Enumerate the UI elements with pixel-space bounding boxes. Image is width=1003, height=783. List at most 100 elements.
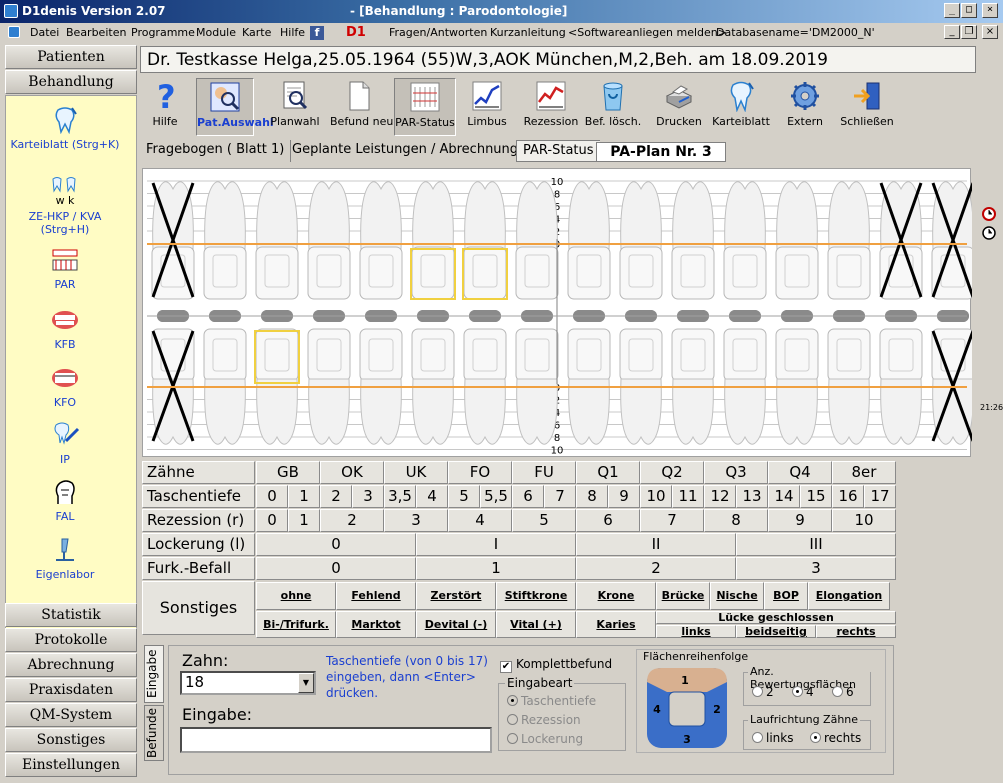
schliessen-button[interactable]: Schließen <box>838 78 896 136</box>
sonstiges-button-8[interactable]: Elongation <box>808 582 890 610</box>
rezession-cell-6[interactable]: 6 <box>576 509 640 532</box>
sonstiges-button-6[interactable]: Nische <box>710 582 764 610</box>
taschentiefe-cell-10[interactable]: 8 <box>576 485 608 508</box>
komplettbefund-checkbox[interactable]: ✔ Komplettbefund <box>500 657 612 673</box>
sonstiges-button-1[interactable]: Fehlend <box>336 582 416 610</box>
nav-kfb[interactable]: KFB <box>6 306 124 351</box>
nav-ip[interactable]: IP <box>6 421 124 466</box>
planwahl-button[interactable]: Planwahl <box>266 78 324 136</box>
nav-fal[interactable]: FAL <box>6 478 124 523</box>
drucken-button[interactable]: Drucken <box>650 78 708 136</box>
menu-bearbeiten[interactable]: Bearbeiten <box>66 26 126 39</box>
hilfe-button[interactable]: ? Hilfe <box>136 78 194 136</box>
nav-qm-system[interactable]: QM-System <box>5 703 137 727</box>
upper-tooth-9[interactable] <box>619 181 663 300</box>
sonstiges-button2-3[interactable]: Vital (+) <box>496 611 576 638</box>
upper-tooth-3[interactable] <box>307 181 351 300</box>
nav-sonstiges[interactable]: Sonstiges <box>5 728 137 752</box>
zahn-select[interactable]: 18 ▼ <box>180 671 316 695</box>
nav-behandlung[interactable]: Behandlung <box>5 70 137 94</box>
zaehne-cell-7[interactable]: Q3 <box>704 461 768 484</box>
menu-kurzanleitung[interactable]: Kurzanleitung <box>490 26 566 39</box>
furk-cell-3[interactable]: 3 <box>736 557 896 580</box>
rezession-cell-2[interactable]: 2 <box>320 509 384 532</box>
rezession-cell-9[interactable]: 9 <box>768 509 832 532</box>
flaechen-diagram[interactable]: 1 2 3 4 <box>645 666 729 750</box>
taschentiefe-cell-4[interactable]: 3,5 <box>384 485 416 508</box>
nav-protokolle[interactable]: Protokolle <box>5 628 137 652</box>
zaehne-cell-3[interactable]: FO <box>448 461 512 484</box>
nav-eigenlabor[interactable]: Eigenlabor <box>6 536 124 581</box>
upper-tooth-13[interactable] <box>827 181 871 300</box>
taschentiefe-cell-12[interactable]: 10 <box>640 485 672 508</box>
rezession-cell-8[interactable]: 8 <box>704 509 768 532</box>
sonstiges-button-5[interactable]: Brücke <box>656 582 710 610</box>
upper-tooth-1[interactable] <box>203 181 247 300</box>
upper-tooth-4[interactable] <box>359 181 403 300</box>
clock-icon[interactable] <box>981 225 997 241</box>
rezession-button[interactable]: Rezession <box>522 78 580 136</box>
upper-tooth-7[interactable] <box>515 181 559 300</box>
nav-karteiblatt[interactable]: Karteiblatt (Strg+K) <box>6 106 124 151</box>
upper-tooth-11[interactable] <box>723 181 767 300</box>
radio-lockerung[interactable]: Lockerung <box>507 732 583 746</box>
mdi-minimize-icon[interactable]: _ <box>944 25 960 39</box>
taschentiefe-cell-2[interactable]: 2 <box>320 485 352 508</box>
rezession-cell-7[interactable]: 7 <box>640 509 704 532</box>
upper-tooth-6[interactable] <box>463 181 507 300</box>
luecke-rechts-button[interactable]: rechts <box>816 625 896 638</box>
radio-links[interactable]: links <box>752 731 793 745</box>
sonstiges-button-4[interactable]: Krone <box>576 582 656 610</box>
taschentiefe-cell-15[interactable]: 13 <box>736 485 768 508</box>
luecke-links-button[interactable]: links <box>656 625 736 638</box>
taschentiefe-cell-0[interactable]: 0 <box>256 485 288 508</box>
nav-ze-hkp[interactable]: w k ZE-HKP / KVA (Strg+H) <box>6 176 124 236</box>
taschentiefe-cell-5[interactable]: 4 <box>416 485 448 508</box>
rezession-cell-0[interactable]: 0 <box>256 509 288 532</box>
sonstiges-button2-2[interactable]: Devital (-) <box>416 611 496 638</box>
sonstiges-button2-0[interactable]: Bi-/Trifurk. <box>256 611 336 638</box>
zaehne-cell-6[interactable]: Q2 <box>640 461 704 484</box>
rezession-cell-3[interactable]: 3 <box>384 509 448 532</box>
nav-praxisdaten[interactable]: Praxisdaten <box>5 678 137 702</box>
upper-tooth-8[interactable] <box>567 181 611 300</box>
nav-abrechnung[interactable]: Abrechnung <box>5 653 137 677</box>
vtab-befunde[interactable]: Befunde <box>144 705 164 761</box>
sonstiges-button-0[interactable]: ohne Befund <box>256 582 336 628</box>
furk-cell-2[interactable]: 2 <box>576 557 736 580</box>
par-status-button[interactable]: PAR-Status <box>394 78 456 136</box>
taschentiefe-cell-11[interactable]: 9 <box>608 485 640 508</box>
lockerung-cell-2[interactable]: II <box>576 533 736 556</box>
menu-hilfe[interactable]: Hilfe <box>280 26 305 39</box>
lockerung-cell-1[interactable]: I <box>416 533 576 556</box>
sonstiges-button-7[interactable]: BOP <box>764 582 808 610</box>
limbus-button[interactable]: Limbus <box>458 78 516 136</box>
nav-einstellungen[interactable]: Einstellungen <box>5 753 137 777</box>
taschentiefe-cell-7[interactable]: 5,5 <box>480 485 512 508</box>
zaehne-cell-8[interactable]: Q4 <box>768 461 832 484</box>
befund-neu-button[interactable]: Befund neu <box>330 78 393 136</box>
taschentiefe-cell-18[interactable]: 16 <box>832 485 864 508</box>
taschentiefe-cell-8[interactable]: 6 <box>512 485 544 508</box>
taschentiefe-cell-9[interactable]: 7 <box>544 485 576 508</box>
tab-geplante-leistungen[interactable]: Geplante Leistungen / Abrechnung <box>286 140 526 162</box>
close-icon[interactable]: × <box>982 3 998 18</box>
maximize-icon[interactable]: □ <box>961 3 977 18</box>
eingabe-input[interactable] <box>180 727 492 753</box>
furk-cell-1[interactable]: 1 <box>416 557 576 580</box>
bef-loesch-button[interactable]: Bef. lösch. <box>584 78 642 136</box>
zaehne-cell-5[interactable]: Q1 <box>576 461 640 484</box>
zaehne-cell-0[interactable]: GB <box>256 461 320 484</box>
zaehne-cell-9[interactable]: 8er <box>832 461 896 484</box>
minimize-icon[interactable]: _ <box>944 3 960 18</box>
alarm-clock-icon[interactable] <box>981 205 997 221</box>
upper-tooth-2[interactable] <box>255 181 299 300</box>
furk-cell-0[interactable]: 0 <box>256 557 416 580</box>
menu-programme[interactable]: Programme <box>131 26 195 39</box>
taschentiefe-cell-3[interactable]: 3 <box>352 485 384 508</box>
tab-fragebogen[interactable]: Fragebogen ( Blatt 1) <box>140 140 292 162</box>
lockerung-cell-3[interactable]: III <box>736 533 896 556</box>
radio-anz-4[interactable]: 4 <box>792 685 814 699</box>
taschentiefe-cell-17[interactable]: 15 <box>800 485 832 508</box>
menu-module[interactable]: Module <box>196 26 236 39</box>
